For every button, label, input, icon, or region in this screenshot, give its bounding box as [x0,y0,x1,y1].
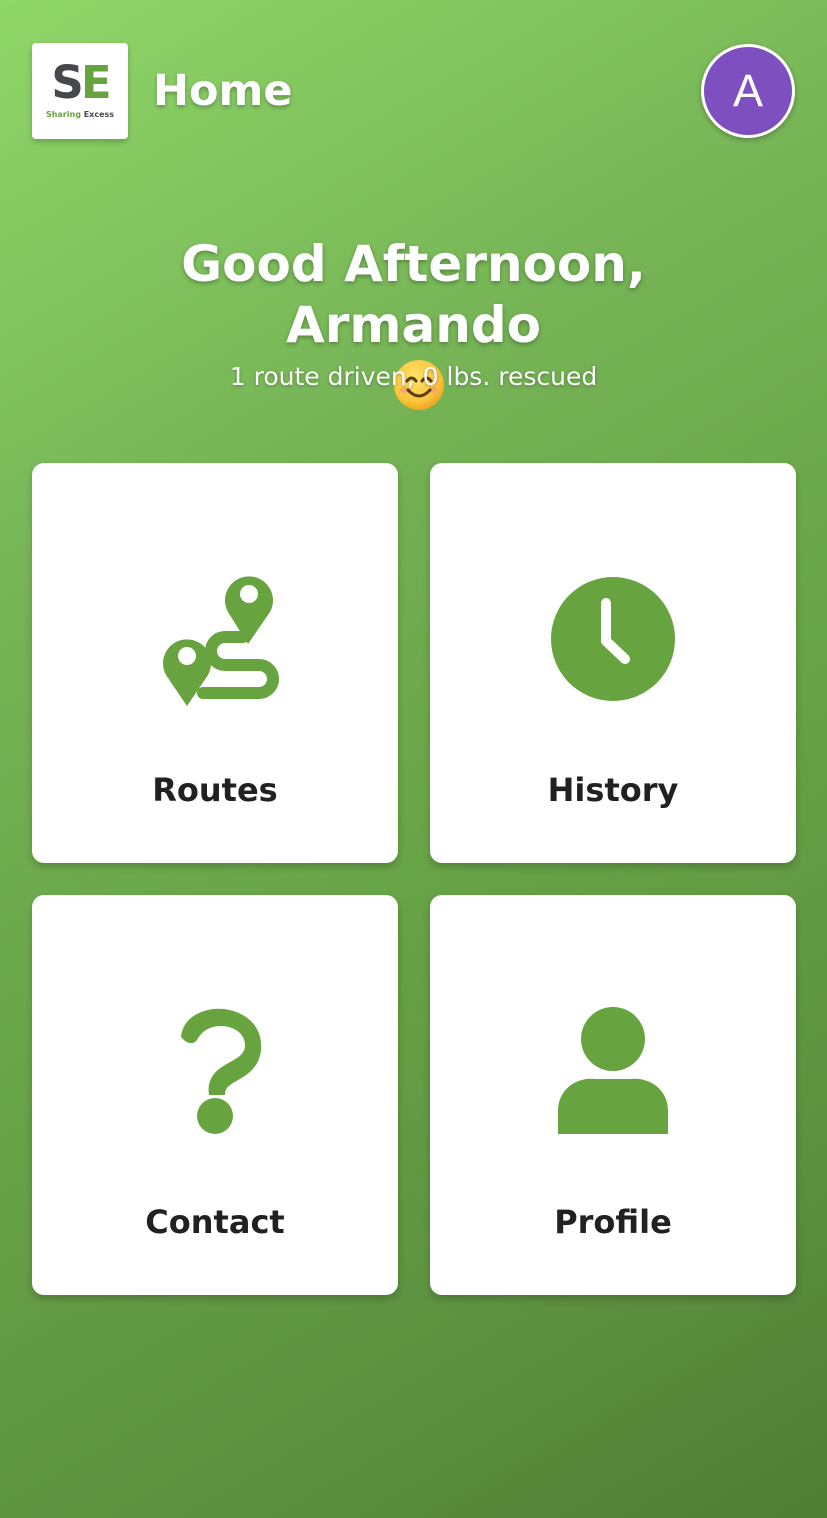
question-mark-icon [145,1001,285,1141]
history-label: History [547,771,679,809]
logo: SE Sharing Excess [32,43,128,139]
route-icon [145,569,285,709]
routes-label: Routes [152,771,278,809]
routes-tile[interactable]: Routes [32,463,398,863]
contact-tile[interactable]: Contact [32,895,398,1295]
clock-icon [543,569,683,709]
profile-label: Profile [554,1203,672,1241]
stats-summary: 1 route driven, 0 lbs. rescued [229,362,598,391]
history-tile[interactable]: History [430,463,796,863]
logo-mark: SE [51,56,111,109]
page-title: Home [153,66,293,116]
user-icon [543,1001,683,1141]
greeting-line-2: Armando [0,295,827,417]
greeting-name: Armando [286,296,541,354]
logo-subtitle: Sharing Excess [45,110,115,119]
profile-tile[interactable]: Profile [430,895,796,1295]
avatar[interactable]: A [701,44,795,138]
greeting-line-1: Good Afternoon, [181,235,646,293]
contact-label: Contact [145,1203,285,1241]
